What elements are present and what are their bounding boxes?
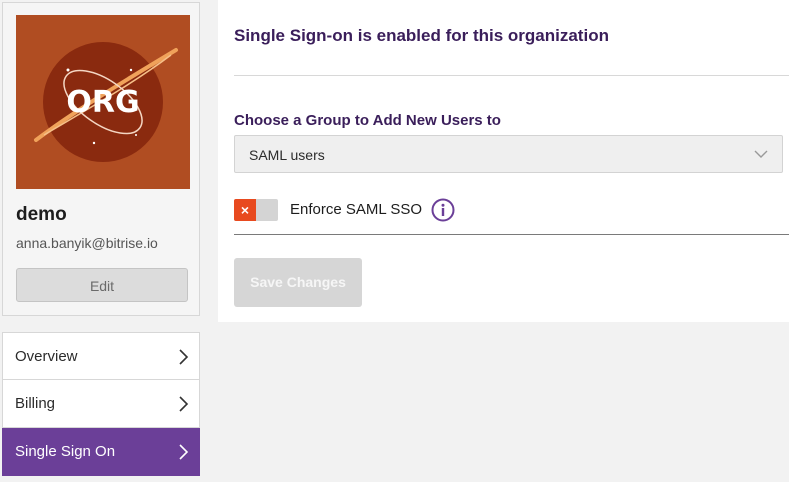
enforce-sso-toggle[interactable]: × — [234, 199, 278, 221]
info-icon[interactable] — [431, 198, 455, 222]
profile-card: ORG demo anna.banyik@bitrise.io Edit — [2, 2, 200, 316]
nav-item-single-sign-on[interactable]: Single Sign On — [2, 428, 200, 476]
x-icon: × — [234, 199, 256, 221]
nav-item-label: Single Sign On — [15, 443, 116, 460]
org-email: anna.banyik@bitrise.io — [16, 235, 158, 251]
avatar-org-text: ORG — [66, 85, 139, 120]
enforce-sso-label: Enforce SAML SSO — [290, 201, 422, 218]
nav-item-overview[interactable]: Overview — [2, 332, 200, 380]
nav-item-billing[interactable]: Billing — [2, 380, 200, 428]
sso-panel: Single Sign-on is enabled for this organ… — [218, 0, 789, 322]
save-changes-button[interactable]: Save Changes — [234, 258, 362, 307]
settings-nav: Overview Billing Single Sign On — [2, 332, 200, 476]
chevron-down-icon — [754, 150, 768, 158]
chevron-right-icon — [179, 444, 189, 460]
chevron-right-icon — [179, 349, 189, 365]
org-avatar: ORG — [16, 15, 190, 189]
divider — [234, 234, 789, 235]
divider — [234, 75, 789, 76]
nav-item-label: Billing — [15, 395, 56, 412]
group-select-label: Choose a Group to Add New Users to — [234, 112, 501, 129]
group-select-value: SAML users — [249, 147, 325, 163]
edit-button[interactable]: Edit — [16, 268, 188, 302]
org-name: demo — [16, 204, 67, 225]
chevron-right-icon — [179, 396, 189, 412]
page-title: Single Sign-on is enabled for this organ… — [234, 26, 609, 45]
group-select[interactable]: SAML users — [234, 135, 783, 173]
nav-item-label: Overview — [15, 347, 78, 365]
